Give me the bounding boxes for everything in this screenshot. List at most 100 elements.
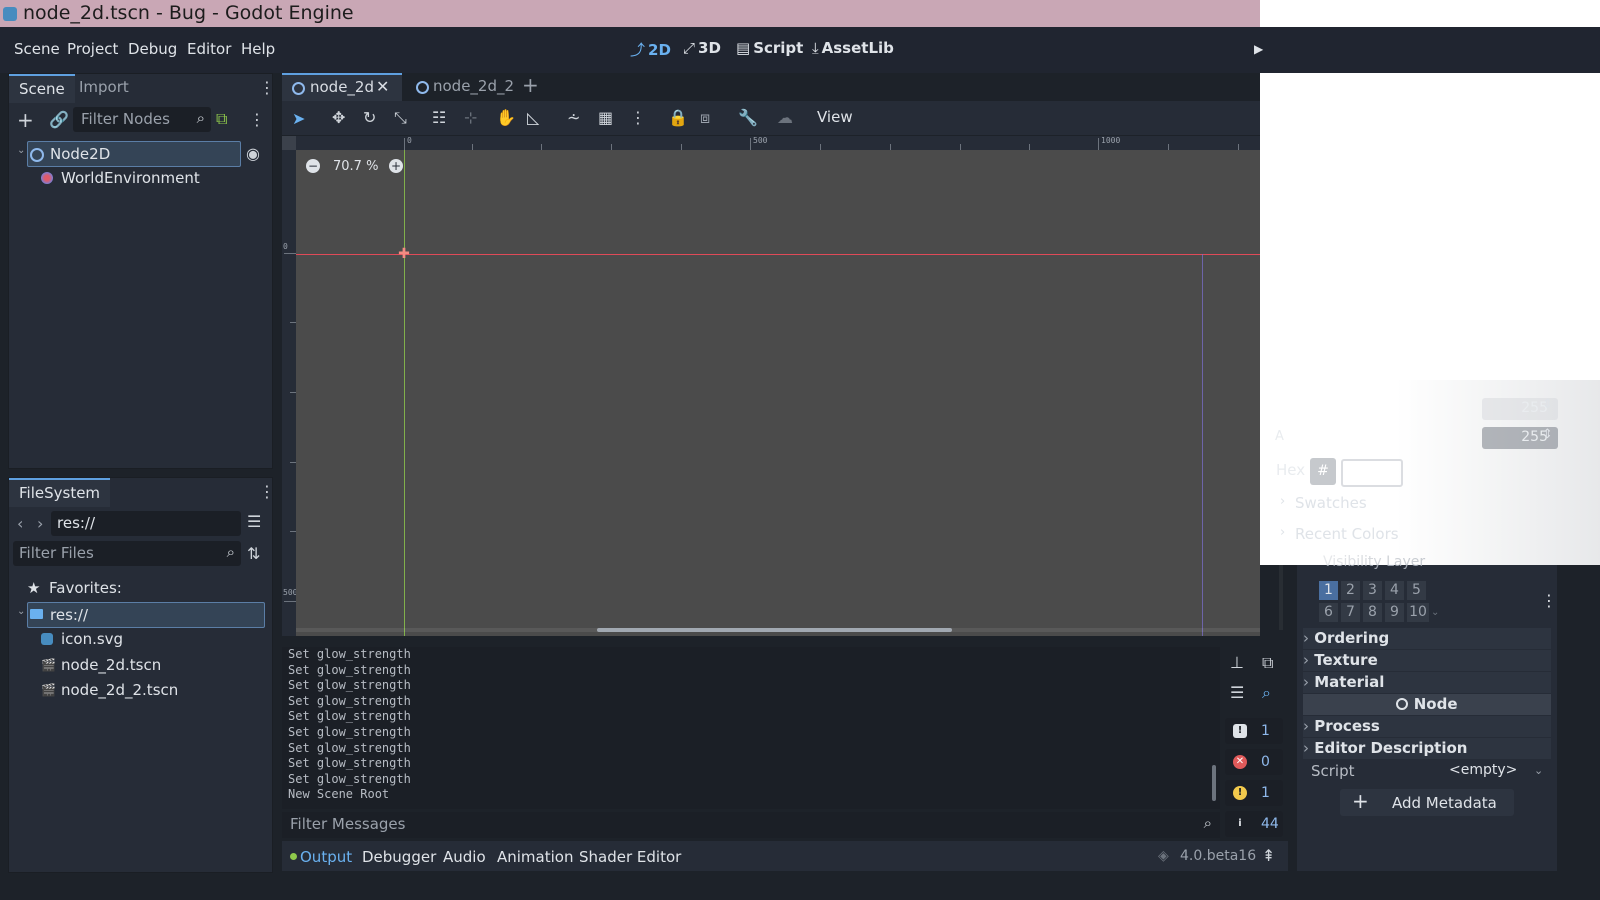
group-icon[interactable]: ⧈ — [700, 108, 710, 128]
chevron-down-icon[interactable]: ⌄ — [1431, 607, 1439, 618]
lock-icon[interactable]: 🔒 — [668, 108, 688, 127]
filter-nodes-input[interactable]: Filter Nodes ⌕ — [73, 107, 211, 132]
mode-2d-button[interactable]: ⤴ 2D — [630, 39, 671, 60]
menu-project[interactable]: Project — [67, 40, 118, 58]
skeleton-bone-icon[interactable]: 🔧 — [738, 108, 758, 127]
menu-editor[interactable]: Editor — [187, 40, 231, 58]
2d-viewport[interactable]: ✚ − 70.7 % + — [296, 150, 1260, 636]
layers-menu-icon[interactable]: ⋮ — [1541, 591, 1557, 610]
layer-bit-9[interactable]: 9 — [1385, 603, 1404, 622]
smart-snap-icon[interactable]: ⩪ — [567, 108, 580, 127]
recent-colors-section[interactable]: Recent Colors — [1295, 525, 1399, 543]
menu-debug[interactable]: Debug — [128, 40, 177, 58]
tab-node-2d-2[interactable]: node_2d_2 — [406, 73, 516, 100]
scene-options-icon[interactable]: ⋮ — [249, 110, 265, 129]
selectable-nodes-icon[interactable]: ☷ — [432, 108, 446, 127]
file-item-node2d2-tscn[interactable]: 🎬 node_2d_2.tscn — [41, 678, 261, 702]
mode-assetlib-button[interactable]: ⤓ AssetLib — [812, 39, 894, 57]
version-label[interactable]: 4.0.beta16 — [1180, 848, 1256, 864]
filter-files-input[interactable]: Filter Files ⌕ — [13, 541, 241, 566]
instance-scene-icon[interactable]: ⧉ — [216, 109, 227, 129]
file-item-res[interactable]: res:// — [27, 602, 265, 628]
copy-icon[interactable]: ⧉ — [1262, 653, 1273, 673]
grid-snap-icon[interactable]: ▦ — [598, 108, 613, 127]
back-arrow-icon[interactable]: ‹ — [17, 514, 23, 533]
snap-options-icon[interactable]: ⋮ — [630, 108, 646, 127]
menu-help[interactable]: Help — [241, 40, 275, 58]
section-material[interactable]: › Material — [1303, 672, 1551, 693]
tab-audio[interactable]: Audio — [443, 848, 486, 866]
path-field[interactable]: res:// — [51, 511, 241, 536]
section-editor-description[interactable]: › Editor Description — [1303, 738, 1551, 759]
layer-bit-7[interactable]: 7 — [1341, 603, 1360, 622]
move-tool-icon[interactable]: ✥ — [332, 108, 345, 127]
tab-filesystem[interactable]: FileSystem — [9, 478, 111, 507]
filter-messages-input[interactable]: Filter Messages ⌕ — [282, 812, 1220, 838]
file-item-node2d-tscn[interactable]: 🎬 node_2d.tscn — [41, 653, 261, 677]
pan-tool-icon[interactable]: ✋ — [496, 108, 516, 127]
info-filter-button[interactable]: i 44 — [1225, 811, 1283, 837]
tree-item-worldenvironment[interactable]: WorldEnvironment — [39, 166, 239, 190]
layer-bit-5[interactable]: 5 — [1407, 581, 1426, 600]
spin-arrows-icon[interactable]: ⇕ — [1542, 427, 1553, 442]
collapse-arrow-icon[interactable]: ⌄ — [17, 606, 25, 617]
add-node-icon[interactable]: + — [17, 108, 34, 132]
layer-bit-6[interactable]: 6 — [1319, 603, 1338, 622]
layer-bit-10[interactable]: 10 — [1407, 603, 1429, 622]
tab-shader-editor[interactable]: Shader Editor — [579, 848, 681, 866]
sort-icon[interactable]: ⇅ — [247, 544, 260, 563]
hide-icon[interactable]: ☁ — [777, 108, 793, 127]
dock-menu-icon[interactable]: ⋮ — [259, 78, 275, 97]
swatches-section[interactable]: Swatches — [1295, 494, 1367, 512]
output-scrollbar[interactable] — [1212, 765, 1216, 801]
add-tab-icon[interactable]: + — [522, 73, 539, 97]
errors-filter-button[interactable]: ✕ 0 — [1225, 749, 1283, 775]
tab-animation[interactable]: Animation — [497, 848, 573, 866]
layer-bit-4[interactable]: 4 — [1385, 581, 1404, 600]
view-menu[interactable]: View — [817, 108, 853, 126]
tab-import[interactable]: Import — [69, 74, 139, 101]
visibility-eye-icon[interactable]: ◉ — [246, 144, 260, 163]
dock-menu-icon[interactable]: ⋮ — [259, 482, 275, 501]
file-item-icon-svg[interactable]: icon.svg — [41, 627, 261, 651]
pivot-tool-icon[interactable]: ⊹ — [464, 108, 477, 127]
tab-node-2d[interactable]: node_2d ✕ — [282, 73, 402, 102]
expand-panel-icon[interactable]: ⇞ — [1262, 846, 1275, 865]
close-icon[interactable]: ✕ — [376, 77, 389, 96]
favorites-item[interactable]: ★ Favorites: — [27, 576, 247, 600]
section-process[interactable]: › Process — [1303, 716, 1551, 737]
spin-arrows-icon[interactable]: ⇕ — [1542, 397, 1553, 412]
tab-output[interactable]: Output — [300, 848, 352, 866]
zoom-in-icon[interactable]: + — [389, 159, 403, 173]
zoom-out-icon[interactable]: − — [306, 159, 320, 173]
layer-bit-3[interactable]: 3 — [1363, 581, 1382, 600]
messages-filter-button[interactable]: ! 1 — [1225, 718, 1283, 744]
add-metadata-button[interactable]: + Add Metadata — [1340, 789, 1514, 816]
search-toggle-icon[interactable]: ⌕ — [1262, 683, 1271, 703]
chevron-down-icon[interactable]: ⌄ — [1534, 764, 1543, 777]
collapse-duplicates-icon[interactable]: ☰ — [1230, 683, 1244, 702]
layer-bit-2[interactable]: 2 — [1341, 581, 1360, 600]
play-icon[interactable]: ▶ — [1254, 42, 1263, 58]
forward-arrow-icon[interactable]: › — [37, 514, 43, 533]
script-value[interactable]: <empty> — [1449, 762, 1517, 778]
hex-input[interactable] — [1341, 459, 1403, 487]
section-ordering[interactable]: › Ordering — [1303, 628, 1551, 649]
mode-script-button[interactable]: ▤ Script — [736, 39, 803, 57]
tab-debugger[interactable]: Debugger — [362, 848, 436, 866]
ruler-tool-icon[interactable]: ◺ — [527, 108, 539, 127]
clear-output-icon[interactable]: ⊥ — [1230, 653, 1244, 672]
layer-bit-1[interactable]: 1 — [1319, 581, 1338, 600]
warnings-filter-button[interactable]: ! 1 — [1225, 780, 1283, 806]
select-tool-icon[interactable]: ➤ — [292, 109, 305, 128]
collapse-arrow-icon[interactable]: ⌄ — [17, 145, 25, 156]
link-icon[interactable]: 🔗 — [49, 110, 69, 129]
tree-item-node2d[interactable]: Node2D — [27, 141, 241, 167]
section-texture[interactable]: › Texture — [1303, 650, 1551, 671]
zoom-level[interactable]: 70.7 % — [333, 159, 378, 174]
split-view-icon[interactable]: ☰ — [247, 512, 261, 531]
tab-scene[interactable]: Scene — [9, 74, 75, 103]
mode-3d-button[interactable]: ⤢ 3D — [683, 39, 721, 57]
hash-toggle-button[interactable]: # — [1310, 458, 1336, 485]
rotate-tool-icon[interactable]: ↻ — [363, 108, 376, 127]
